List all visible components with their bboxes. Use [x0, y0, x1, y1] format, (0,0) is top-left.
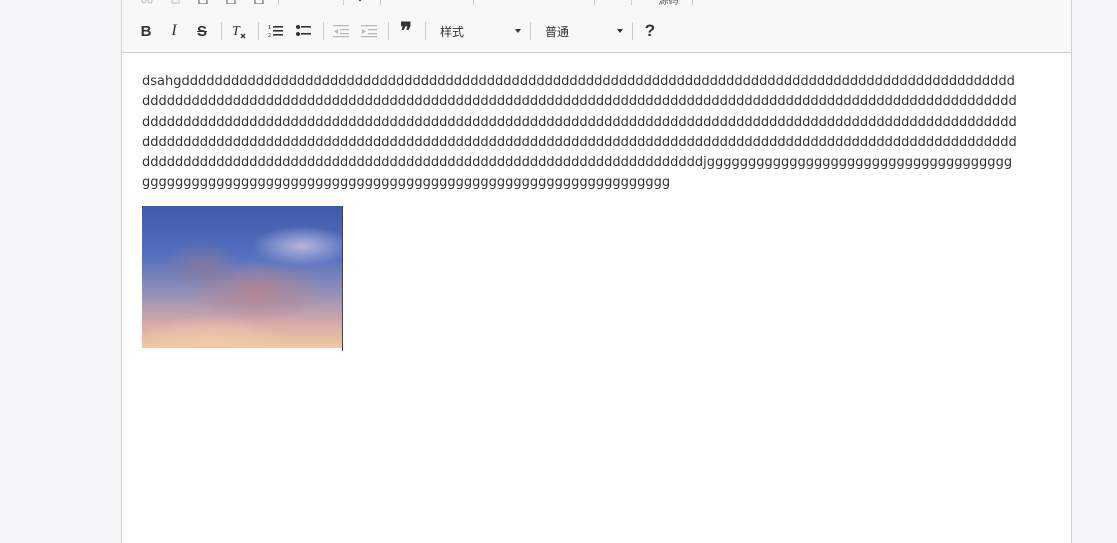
anchor-icon[interactable]	[443, 0, 465, 6]
svg-text:2: 2	[268, 33, 271, 38]
bulleted-list-button[interactable]	[292, 19, 316, 43]
content-line: gggggggggggggggggggggggggggggggggggggggg…	[142, 175, 671, 191]
copy-icon[interactable]	[164, 0, 186, 6]
remove-format-button[interactable]: T	[227, 19, 251, 43]
help-button[interactable]: ?	[638, 19, 662, 43]
content-line: dsahgddddddddddddddddddddddddddddddddddd…	[142, 74, 1015, 89]
redo-icon[interactable]	[313, 0, 335, 6]
paste-icon[interactable]	[192, 0, 214, 6]
unlink-icon[interactable]	[415, 0, 437, 6]
image-icon[interactable]	[480, 0, 502, 6]
bulleted-list-icon	[296, 25, 311, 36]
content-line: dddddddddddddddddddddddddddddddddddddddd…	[142, 134, 1017, 150]
blockquote-button[interactable]: ❞	[394, 19, 418, 43]
indent-icon	[361, 25, 377, 38]
special-char-icon[interactable]: Ω	[564, 0, 586, 6]
source-label: 源码	[658, 0, 679, 7]
format-caret-icon	[617, 29, 623, 33]
numbered-list-icon: 12	[268, 25, 283, 38]
maximize-icon[interactable]	[601, 0, 623, 6]
italic-button[interactable]: I	[162, 19, 186, 43]
content-line: dddddddddddddddddddddddddddddddddddddddd…	[142, 114, 1017, 130]
content-line: dddddddddddddddddddddddddddddddddddddddd…	[142, 94, 1017, 110]
strikethrough-button[interactable]: S	[190, 19, 214, 43]
styles-label: 样式	[440, 24, 465, 39]
svg-text:T: T	[232, 24, 241, 39]
editor-content[interactable]: dsahgddddddddddddddddddddddddddddddddddd…	[142, 72, 1057, 194]
svg-text:Ω: Ω	[569, 0, 575, 2]
outdent-icon	[333, 25, 349, 38]
paste-word-icon[interactable]	[248, 0, 270, 6]
cut-icon[interactable]	[136, 0, 158, 6]
toolbar-row-2: B I S T 12 ❞ 样式 普通 ?	[134, 19, 666, 43]
horizontal-rule-icon[interactable]	[536, 0, 558, 6]
undo-icon[interactable]	[285, 0, 307, 6]
format-label: 普通	[545, 24, 570, 39]
bold-button[interactable]: B	[134, 19, 158, 43]
remove-format-icon: T	[232, 24, 246, 39]
svg-text:1: 1	[268, 25, 271, 31]
editor-toolbar: Ω 源码 B I S T 12	[122, 0, 1071, 53]
link-icon[interactable]	[387, 0, 409, 6]
rich-text-editor: Ω 源码 B I S T 12	[121, 0, 1072, 543]
format-dropdown[interactable]: 普通	[536, 19, 629, 43]
numbered-list-button[interactable]: 12	[264, 19, 288, 43]
paste-text-icon[interactable]	[220, 0, 242, 6]
toolbar-row-1: Ω 源码	[136, 0, 699, 7]
indent-button[interactable]	[357, 19, 381, 43]
table-icon[interactable]	[508, 0, 530, 6]
outdent-button[interactable]	[329, 19, 353, 43]
content-line: dddddddddddddddddddddddddddddddddddddddd…	[142, 155, 1013, 171]
spellcheck-icon[interactable]	[350, 0, 372, 6]
styles-dropdown[interactable]: 样式	[431, 19, 527, 43]
styles-caret-icon	[515, 29, 521, 33]
text-cursor	[342, 206, 343, 351]
source-button[interactable]: 源码	[638, 0, 684, 7]
sky-image[interactable]	[142, 206, 342, 348]
